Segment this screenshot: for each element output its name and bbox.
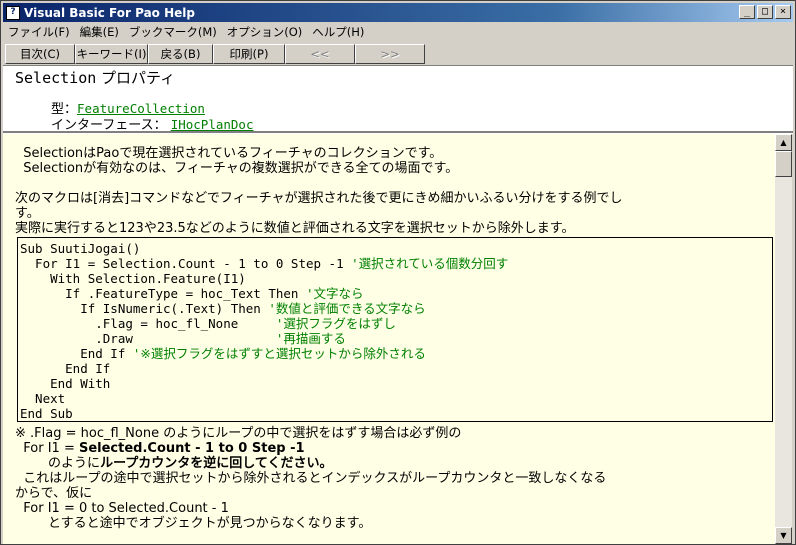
example-intro-line: す。 <box>15 206 40 221</box>
close-button[interactable]: × <box>775 5 791 19</box>
code-line: .Flag = hoc_fl_None '選択フラグをはずし <box>20 316 396 331</box>
topic-title: Selection プロパティ <box>15 67 175 88</box>
menu-help[interactable]: ヘルプ(H) <box>307 24 369 40</box>
interface-link[interactable]: IHocPlanDoc <box>171 117 254 132</box>
note-line: For I1 = Selected.Count - 1 to 0 Step -1 <box>15 441 305 456</box>
code-line: Sub SuutiJogai() <box>20 241 141 256</box>
code-comment: '選択フラグをはずし <box>275 316 396 331</box>
scroll-thumb[interactable] <box>775 151 792 177</box>
print-button[interactable]: 印刷(P) <box>213 44 285 64</box>
code-line: With Selection.Feature(I1) <box>20 271 246 286</box>
keyword-button[interactable]: キーワード(I) <box>75 44 148 64</box>
note-emphasis: ループカウンタを逆に回してください。 <box>100 456 333 471</box>
code-line: If IsNumeric(.Text) Then '数値と評価できる文字なら <box>20 301 426 316</box>
code-comment: '※選択フラグをはずすと選択セットから除外される <box>132 346 426 361</box>
note-line: For I1 = 0 to Selected.Count - 1 <box>15 501 229 516</box>
code-comment: '数値と評価できる文字なら <box>268 301 426 316</box>
note-line: これはループの途中で選択セットから除外されるとインデックスがループカウンタと一致… <box>15 471 607 486</box>
menu-bar: ファイル(F) 編集(E) ブックマーク(M) オプション(O) ヘルプ(H) <box>3 23 793 41</box>
example-intro-line: 次のマクロは[消去]コマンドなどでフィーチャが選択された後で更にきめ細かいふるい… <box>15 191 623 206</box>
code-line: End If <box>20 361 111 376</box>
window-controls: _ □ × <box>737 5 791 19</box>
code-text: .Draw <box>20 331 276 346</box>
description-line: SelectionはPaoで現在選択されているフィーチャのコレクションです。 <box>15 146 443 161</box>
maximize-button[interactable]: □ <box>757 5 773 19</box>
code-line: For I1 = Selection.Count - 1 to 0 Step -… <box>20 256 508 271</box>
note-line: からで、仮に <box>15 486 93 501</box>
next-topic-button[interactable]: >> <box>355 44 425 64</box>
help-toolbar: 目次(C) キーワード(I) 戻る(B) 印刷(P) << >> <box>5 44 425 64</box>
topic-content: SelectionはPaoで現在選択されているフィーチャのコレクションです。 S… <box>3 134 775 544</box>
vertical-scrollbar[interactable]: ▲ ▼ <box>775 134 792 544</box>
code-line: Next <box>20 391 66 406</box>
code-line: End If '※選択フラグをはずすと選択セットから除外される <box>20 346 426 361</box>
note-line: とすると途中でオブジェクトが見つからなくなります。 <box>15 516 372 531</box>
note-line: ※ .Flag = hoc_fl_None のようにループの中で選択をはずす場合… <box>15 426 462 441</box>
code-text: If IsNumeric(.Text) Then <box>20 301 269 316</box>
help-book-icon[interactable]: ? <box>6 5 20 20</box>
scroll-up-icon[interactable]: ▲ <box>775 134 792 151</box>
property-kind: プロパティ <box>96 69 176 87</box>
code-comment: '選択されている個数分回す <box>351 256 509 271</box>
example-intro-line: 実際に実行すると123や23.5などのように数値と評価される文字を選択セットから… <box>15 221 575 236</box>
menu-options[interactable]: オプション(O) <box>222 24 308 40</box>
code-line: If .FeatureType = hoc_Text Then '文字なら <box>20 286 364 301</box>
title-bar[interactable]: ? Visual Basic For Pao Help _ □ × <box>3 3 793 22</box>
code-text: End If <box>20 346 133 361</box>
description-line: Selectionが有効なのは、フィーチャの複数選択ができる全ての場面です。 <box>15 161 459 176</box>
scroll-down-icon[interactable]: ▼ <box>775 527 792 544</box>
code-line: End With <box>20 376 111 391</box>
help-window: ? Visual Basic For Pao Help _ □ × ファイル(F… <box>0 0 796 545</box>
contents-button[interactable]: 目次(C) <box>5 44 75 64</box>
code-text: .Flag = hoc_fl_None <box>20 316 276 331</box>
note-line: のようにループカウンタを逆に回してください。 <box>15 456 333 471</box>
code-text: For I1 = Selection.Count - 1 to 0 Step -… <box>20 256 352 271</box>
menu-edit[interactable]: 編集(E) <box>75 24 124 40</box>
menu-file[interactable]: ファイル(F) <box>3 24 75 40</box>
menu-bookmark[interactable]: ブックマーク(M) <box>124 24 222 40</box>
topic-header: Selection プロパティ 型：FeatureCollection インター… <box>3 65 793 133</box>
back-button[interactable]: 戻る(B) <box>148 44 213 64</box>
previous-topic-button[interactable]: << <box>285 44 355 64</box>
code-line: End Sub <box>20 406 73 421</box>
note-text: のように <box>15 456 101 471</box>
window-title: Visual Basic For Pao Help <box>24 5 195 20</box>
code-text: If .FeatureType = hoc_Text Then <box>20 286 306 301</box>
code-example: Sub SuutiJogai() For I1 = Selection.Coun… <box>17 237 773 422</box>
note-text: For I1 = <box>15 441 79 456</box>
property-name: Selection <box>15 69 97 87</box>
minimize-button[interactable]: _ <box>739 5 755 19</box>
note-emphasis: Selected.Count - 1 to 0 Step -1 <box>78 441 305 456</box>
code-line: .Draw '再描画する <box>20 331 346 346</box>
code-comment: '再描画する <box>275 331 346 346</box>
code-comment: '文字なら <box>305 286 364 301</box>
